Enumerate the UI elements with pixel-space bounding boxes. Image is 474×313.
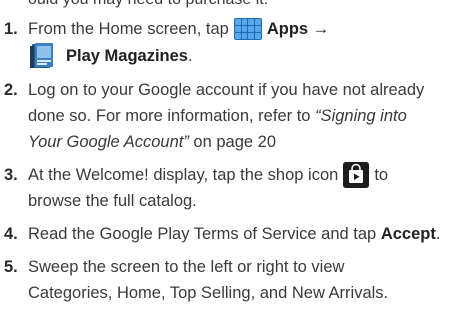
step-text: Categories, Home, Top Selling, and New A… — [28, 284, 389, 302]
step-number: 2. — [4, 81, 18, 99]
step-text: Log on to your Google account if you hav… — [28, 81, 425, 99]
step-4-line-1: Read the Google Play Terms of Service an… — [28, 221, 474, 247]
step-text: . — [435, 225, 441, 243]
step-text: . — [187, 47, 193, 65]
step-number: 4. — [4, 225, 18, 243]
play-magazines-label: Play Magazines — [66, 47, 188, 65]
step-3-line-1: At the Welcome! display, tap the shop ic… — [28, 162, 474, 188]
step-3-line-2: browse the full catalog. — [28, 188, 474, 214]
step-2-line-3: Your Google Account” on page 20 — [28, 129, 474, 155]
step-text: done so. For more information, refer to — [28, 107, 311, 125]
step-text: From the Home screen, tap — [28, 20, 229, 38]
step-text: to — [374, 166, 389, 184]
instruction-list: 1. From the Home screen, tap Apps → Play… — [0, 16, 474, 313]
step-5-line-1: Sweep the screen to the left or right to… — [28, 254, 474, 280]
page-reference: on page 20 — [193, 133, 277, 151]
apps-label: Apps → — [266, 20, 330, 38]
step-5: 5. Sweep the screen to the left or right… — [0, 254, 474, 306]
play-magazines-icon — [30, 42, 56, 70]
step-text: Read the Google Play Terms of Service an… — [28, 225, 377, 243]
step-1: 1. From the Home screen, tap Apps → Play… — [0, 16, 474, 70]
step-4: 4. Read the Google Play Terms of Service… — [0, 221, 474, 247]
step-text: Sweep the screen to the left or right to… — [28, 258, 345, 276]
step-2: 2. Log on to your Google account if you … — [0, 77, 474, 155]
step-1-line-2: Play Magazines . — [28, 42, 474, 70]
cross-reference-title: Your Google Account” — [28, 133, 189, 151]
step-1-line-1: From the Home screen, tap Apps → — [28, 16, 474, 42]
step-2-line-2: done so. For more information, refer to … — [28, 103, 474, 129]
cross-reference-title: “Signing into — [315, 107, 407, 125]
step-3: 3. At the Welcome! display, tap the shop… — [0, 162, 474, 214]
apps-grid-icon — [233, 18, 262, 40]
cut-off-text-fragment: ould you may need to purchase it. — [28, 0, 268, 9]
step-text: At the Welcome! display, tap the shop ic… — [28, 166, 339, 184]
accept-label: Accept — [380, 225, 436, 243]
play-store-shop-icon — [343, 162, 370, 188]
step-5-line-2: Categories, Home, Top Selling, and New A… — [28, 280, 474, 306]
step-number: 3. — [4, 166, 18, 184]
step-2-line-1: Log on to your Google account if you hav… — [28, 77, 474, 103]
step-number: 5. — [4, 258, 18, 276]
step-text: browse the full catalog. — [28, 192, 197, 210]
step-number: 1. — [4, 20, 18, 38]
